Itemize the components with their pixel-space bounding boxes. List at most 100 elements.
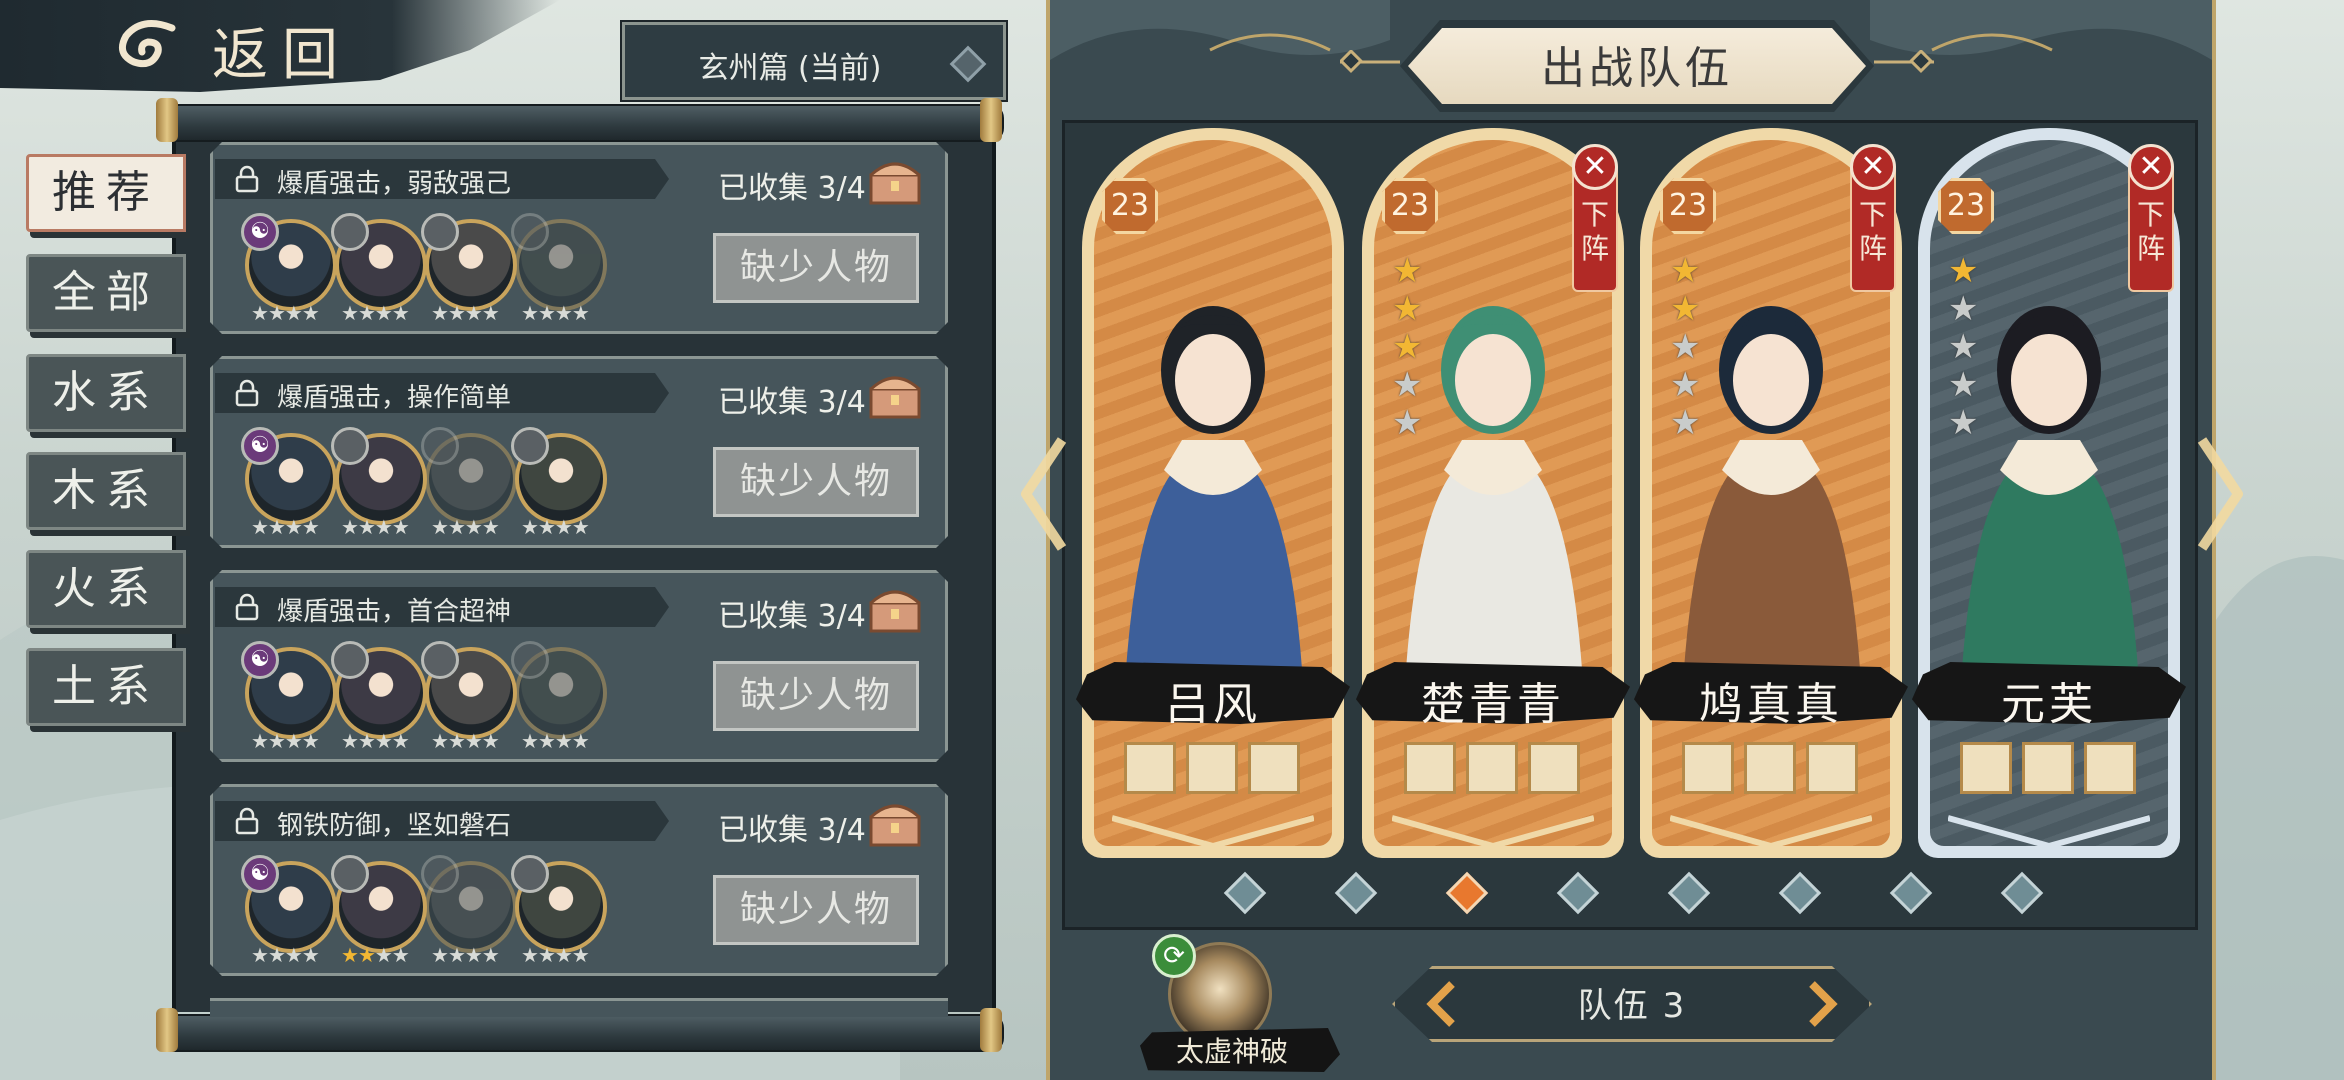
close-icon[interactable]: ✕ (2128, 144, 2174, 190)
rod-cap-icon (156, 98, 178, 142)
star-icon: ★ (521, 301, 539, 325)
star-icon: ★ (267, 943, 286, 967)
rod-cap-icon (156, 1008, 178, 1052)
weapon-slot-icon[interactable] (1960, 742, 2012, 794)
tab-earth[interactable]: 土系 (26, 648, 186, 726)
hero-card[interactable]: 23 ★ ★ ★ ★ ★ ✕ 下阵 楚青青 (1356, 128, 1630, 858)
star-icon: ★ (1670, 365, 1701, 405)
star-icon: ★ (267, 515, 286, 539)
star-icon: ★ (521, 729, 539, 753)
back-button-label[interactable]: 返回 (212, 10, 352, 91)
armor-slot-icon[interactable] (1186, 742, 1238, 794)
star-rating: ★★★★ (251, 515, 320, 539)
star-icon: ★ (267, 729, 286, 753)
tab-recommended[interactable]: 推荐 (26, 154, 186, 232)
dropdown-diamond-icon (949, 45, 987, 83)
star-icon: ★ (554, 301, 573, 325)
star-icon: ★ (481, 943, 500, 967)
refresh-icon[interactable]: ⟳ (1152, 934, 1196, 978)
treasure-chest-icon[interactable] (865, 367, 925, 423)
star-icon: ★ (447, 515, 466, 539)
star-icon: ★ (1948, 365, 1979, 405)
star-icon: ★ (571, 729, 590, 753)
star-icon: ★ (391, 301, 410, 325)
close-icon[interactable]: ✕ (1572, 144, 1618, 190)
accessory-slot-icon[interactable] (1806, 742, 1858, 794)
star-icon: ★ (391, 943, 410, 967)
collected-count: 已收集 3/4 (718, 599, 866, 634)
star-icon: ★ (464, 943, 483, 967)
lock-icon (235, 593, 259, 621)
missing-character-button[interactable]: 缺少人物 (713, 875, 919, 945)
remove-hero-label: 下阵 (1858, 198, 1887, 265)
cloud-back-icon[interactable] (112, 14, 182, 74)
weapon-slot-icon[interactable] (1682, 742, 1734, 794)
team-card[interactable]: 爆盾强击，弱敌强己 已收集 3/4 缺少人物 ☯ ★★★★ ★★★★ ★★★★ ★★★★ (210, 142, 948, 334)
star-icon: ★ (1670, 327, 1701, 367)
skill-label: 太虚神破 (1175, 1035, 1288, 1068)
next-lineup-arrow-icon[interactable] (2196, 434, 2246, 554)
mountain-element-icon (421, 427, 459, 465)
star-icon: ★ (341, 301, 359, 325)
treasure-chest-icon[interactable] (865, 581, 925, 637)
team-card-title-plate: 爆盾强击，操作简单 (215, 373, 669, 413)
team-card[interactable]: 爆盾强击，首合超神 已收集 3/4 缺少人物 ☯ ★★★★ ★★★★ ★★★★ ★★★★ (210, 570, 948, 762)
weapon-slot-icon[interactable] (1124, 742, 1176, 794)
star-icon: ★ (431, 729, 449, 753)
yin-yang-icon: ☯ (241, 855, 279, 893)
star-icon: ★ (391, 515, 410, 539)
accessory-slot-icon[interactable] (1248, 742, 1300, 794)
star-icon: ★ (284, 515, 303, 539)
missing-character-button[interactable]: 缺少人物 (713, 661, 919, 731)
tab-all[interactable]: 全部 (26, 254, 186, 332)
hero-star-rating: ★ ★ ★ ★ ★ (1670, 252, 1710, 442)
hero-name: 吕风 (1165, 679, 1261, 730)
remove-hero-button[interactable]: ✕ 下阵 (1572, 144, 1618, 292)
star-icon: ★ (251, 515, 269, 539)
missing-character-button[interactable]: 缺少人物 (713, 233, 919, 303)
remove-hero-button[interactable]: ✕ 下阵 (1850, 144, 1896, 292)
accessory-slot-icon[interactable] (1528, 742, 1580, 794)
weapon-slot-icon[interactable] (1404, 742, 1456, 794)
star-icon: ★ (447, 729, 466, 753)
close-icon[interactable]: ✕ (1850, 144, 1896, 190)
treasure-chest-icon[interactable] (865, 153, 925, 209)
mountain-element-icon (511, 641, 549, 679)
hero-card[interactable]: 23 吕风 (1076, 128, 1350, 858)
armor-slot-icon[interactable] (2022, 742, 2074, 794)
star-icon: ★ (481, 301, 500, 325)
star-icon: ★ (374, 943, 393, 967)
team-card-title: 爆盾强击，操作简单 (277, 383, 512, 413)
hero-level-badge: 23 (1102, 178, 1158, 234)
star-rating: ★★★★ (431, 515, 500, 539)
accessory-slot-icon[interactable] (2084, 742, 2136, 794)
collected-count: 已收集 3/4 (718, 813, 866, 848)
missing-character-button[interactable]: 缺少人物 (713, 447, 919, 517)
treasure-chest-icon[interactable] (865, 795, 925, 851)
equipment-row (1404, 742, 1584, 802)
hero-card[interactable]: 23 ★ ★ ★ ★ ★ ✕ 下阵 鸠真真 (1634, 128, 1908, 858)
star-rating: ★★★★ (251, 301, 320, 325)
star-rating: ★★★★ (251, 729, 320, 753)
star-icon: ★ (284, 729, 303, 753)
armor-slot-icon[interactable] (1744, 742, 1796, 794)
scroll-rod-top (158, 104, 1004, 142)
team-card[interactable]: 钢铁防御，坚如磐石 已收集 3/4 缺少人物 ☯ ★★★★ ★★★★ ★★★★ ★★★★ (210, 784, 948, 976)
chapter-select[interactable]: 玄州篇 (当前) (620, 20, 1008, 102)
team-label: 队伍 3 (1577, 986, 1687, 1026)
star-icon: ★ (1392, 289, 1423, 329)
remove-hero-button[interactable]: ✕ 下阵 (2128, 144, 2174, 292)
team-card-title: 爆盾强击，首合超神 (277, 597, 512, 627)
team-card[interactable]: 爆盾强击，操作简单 已收集 3/4 缺少人物 ☯ ★★★★ ★★★★ ★★★★ ★★★★ (210, 356, 948, 548)
tab-fire[interactable]: 火系 (26, 550, 186, 628)
hero-level-badge: 23 (1382, 178, 1438, 234)
rod-cap-icon (980, 1008, 1002, 1052)
tab-water[interactable]: 水系 (26, 354, 186, 432)
star-icon: ★ (447, 301, 466, 325)
hero-card[interactable]: 23 ★ ★ ★ ★ ★ ✕ 下阵 元芙 (1912, 128, 2186, 858)
tab-wood[interactable]: 木系 (26, 452, 186, 530)
star-icon: ★ (391, 729, 410, 753)
star-icon: ★ (374, 301, 393, 325)
prev-lineup-arrow-icon[interactable] (1018, 434, 1068, 554)
armor-slot-icon[interactable] (1466, 742, 1518, 794)
